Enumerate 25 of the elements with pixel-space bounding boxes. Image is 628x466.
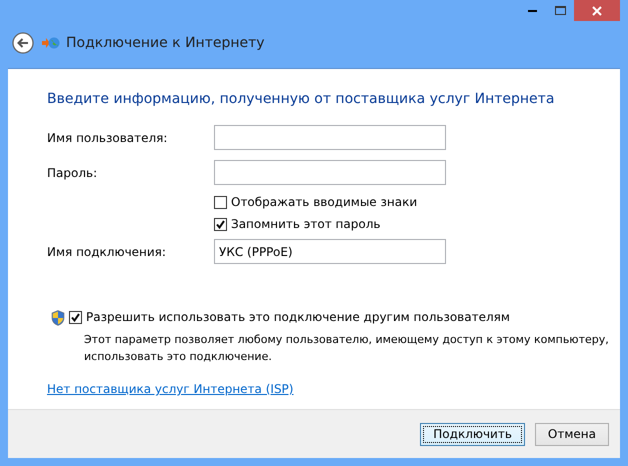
instruction-heading: Введите информацию, полученную от поставщика услуг Интернета (47, 91, 556, 107)
shield-icon (51, 310, 65, 326)
network-globe-icon (42, 34, 60, 50)
field-label: Имя пользователя: (47, 130, 168, 144)
field-label: Имя подключения: (47, 244, 167, 258)
checkbox-label[interactable]: Отображать вводимые знаки (231, 195, 418, 209)
back-icon[interactable] (12, 32, 34, 54)
checkbox-label[interactable]: Разрешить использовать это подключение другим пользователям (86, 310, 510, 324)
input-field[interactable] (214, 125, 446, 150)
checkbox-label[interactable]: Запомнить этот пароль (231, 217, 380, 231)
close-icon (592, 6, 602, 16)
no-isp-link[interactable]: Нет поставщика услуг Интернета (ISP) (47, 382, 294, 396)
minimize-icon (528, 10, 536, 12)
window-title: Подключение к Интернету (66, 34, 265, 50)
input-field[interactable] (214, 160, 446, 185)
checkbox[interactable] (69, 310, 82, 324)
checkbox[interactable] (214, 196, 227, 208)
close-button[interactable] (574, 0, 620, 21)
cancel-button[interactable]: Отмена (534, 422, 609, 446)
description-text: Этот параметр позволяет любому пользователю, имеющему доступ к этому компьютеру, использовать это подключение. (84, 332, 610, 365)
input-field[interactable]: УКС (PPPoE) (214, 239, 446, 264)
checkbox[interactable] (214, 218, 227, 230)
maximize-icon (554, 6, 566, 16)
field-label: Пароль: (47, 166, 98, 180)
connect-button[interactable]: Подключить (420, 422, 525, 446)
